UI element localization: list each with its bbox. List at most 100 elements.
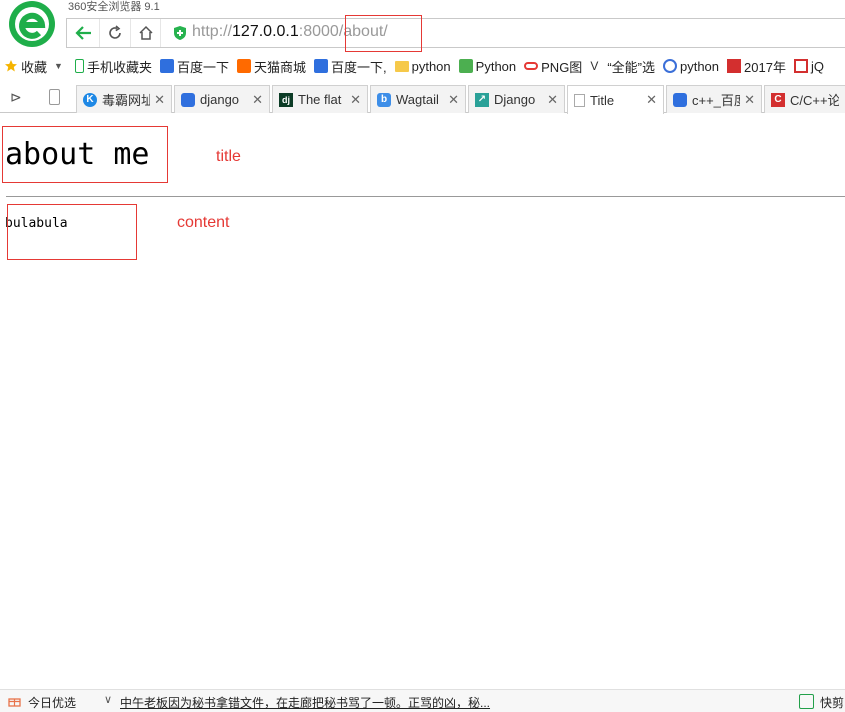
app-title: 360安全浏览器 9.1 (68, 1, 160, 13)
title-annotation-label: title (216, 148, 241, 165)
bookmark-label: “全能”选 (607, 59, 655, 75)
baidu-icon (159, 59, 174, 73)
tab-cpp-baidu[interactable]: c++_百度 ✕ (666, 85, 762, 113)
tab-label: Django (494, 92, 536, 107)
tab-label: c++_百度 (692, 93, 740, 108)
b-icon: b (377, 92, 391, 107)
bookmark-folder-python[interactable]: python (391, 59, 455, 74)
bookmark-item-baidu-2[interactable]: 百度一下, (310, 57, 391, 76)
content-annotation-box (7, 204, 137, 260)
tab-title-active[interactable]: Title ✕ (567, 85, 664, 114)
bookmark-label: 百度一下, (330, 59, 387, 75)
bookmark-item-mobile[interactable]: 手机收藏夹 (71, 57, 156, 76)
page-icon (574, 93, 585, 107)
v-icon: V (590, 59, 599, 73)
c-icon: C (771, 92, 785, 107)
png-icon (524, 62, 539, 70)
calendar-icon (727, 59, 742, 73)
tmall-icon (236, 59, 251, 73)
tab-duba[interactable]: K 毒霸网址 ✕ (76, 85, 172, 113)
url-scheme: http:// (192, 23, 233, 40)
close-icon[interactable]: ✕ (252, 92, 263, 108)
bookmark-label: jQ (810, 58, 824, 74)
baidu-icon (313, 59, 328, 73)
tab-label: Title (590, 92, 615, 108)
close-icon[interactable]: ✕ (646, 92, 657, 108)
gift-icon (8, 698, 21, 707)
home-icon (138, 25, 153, 40)
k-icon: K (83, 92, 97, 107)
bookmark-item-tmall[interactable]: 天猫商城 (233, 57, 310, 76)
bookmark-item-2017[interactable]: 2017年 (723, 57, 790, 76)
bookmark-item-python-2[interactable]: python (659, 59, 723, 74)
tab-label: 毒霸网址 (102, 93, 151, 108)
close-icon[interactable]: ✕ (547, 92, 558, 108)
tab-label: Wagtail (396, 92, 439, 107)
news-ticker-link[interactable]: 中午老板因为秘书拿错文件，在走廊把秘书骂了一顿。正骂的凶，秘... (120, 694, 490, 711)
bookmark-item-allround[interactable]: V “全能”选 (586, 57, 659, 76)
baidu-icon (673, 92, 687, 107)
home-button[interactable] (130, 19, 161, 47)
favorites-menu[interactable]: 收藏 ▼ (0, 57, 71, 76)
horizontal-rule (6, 196, 845, 197)
bookmark-label: Python (475, 58, 517, 74)
close-icon[interactable]: ✕ (350, 92, 361, 108)
favorites-label: 收藏 (21, 59, 48, 75)
tab-django-baidu[interactable]: django ✕ (174, 85, 270, 113)
bookmark-label: 手机收藏夹 (86, 59, 152, 75)
tab-django[interactable]: ↗ Django ✕ (468, 85, 565, 113)
address-bar: http://127.0.0.1:8000/about/ (66, 15, 845, 52)
tab-strip: ⊳ K 毒霸网址 ✕ django ✕ dj The flat ✕ b Wagt… (0, 83, 845, 114)
python-icon (458, 59, 473, 73)
bookmark-item-png[interactable]: PNG图 (520, 57, 586, 76)
jq-icon (793, 59, 808, 73)
reload-button[interactable] (99, 19, 130, 47)
url-path-annotation-box (345, 15, 422, 52)
feather-icon: ↗ (475, 92, 489, 107)
chain-icon (662, 59, 677, 73)
back-button[interactable] (68, 19, 99, 47)
bookmark-label: 天猫商城 (253, 59, 306, 75)
phone-icon (74, 59, 84, 73)
star-icon (5, 60, 17, 72)
page-content: about me title bulabula content (0, 114, 845, 689)
bookmark-item-jq[interactable]: jQ (790, 59, 828, 74)
chevron-down-icon: ▼ (54, 61, 63, 71)
browser-window: 360安全浏览器 9.1 http://127.0.0.1:8000/about… (0, 0, 845, 712)
bookmark-item-baidu[interactable]: 百度一下 (156, 57, 233, 76)
tab-label: C/C++论 (790, 93, 839, 108)
back-arrow-icon (74, 26, 91, 40)
chevron-down-icon[interactable]: ∨ (104, 693, 112, 706)
close-icon[interactable]: ✕ (154, 92, 165, 108)
bookmark-label: python (411, 58, 451, 74)
security-shield-icon (174, 26, 186, 40)
quick-clip-icon[interactable] (799, 694, 814, 709)
close-icon[interactable]: ✕ (448, 92, 459, 108)
status-bar: 今日优选 ∨ 中午老板因为秘书拿错文件，在走廊把秘书骂了一顿。正骂的凶，秘...… (0, 689, 845, 712)
tab-wagtail[interactable]: b Wagtail ✕ (370, 85, 466, 113)
bookmark-label: PNG图 (541, 59, 583, 75)
url-host: 127.0.0.1 (232, 23, 299, 40)
dj-icon: dj (279, 92, 293, 107)
tab-flatpages[interactable]: dj The flat ✕ (272, 85, 368, 113)
today-picks-link[interactable]: 今日优选 (28, 694, 76, 711)
tab-label: django (200, 92, 240, 107)
mobile-device-icon[interactable] (49, 89, 60, 105)
bookmark-label: 2017年 (744, 59, 786, 75)
baidu-icon (181, 92, 195, 107)
bookmark-label: 百度一下 (176, 59, 229, 75)
browser-logo-icon (9, 1, 55, 47)
content-annotation-label: content (177, 214, 230, 231)
tab-c-forum[interactable]: C C/C++论 (764, 85, 845, 113)
folder-icon (394, 60, 409, 72)
bookmark-item-python[interactable]: Python (455, 59, 520, 74)
url-port: :8000 (298, 23, 339, 40)
tab-label: The flat (298, 92, 342, 107)
quick-clip-label[interactable]: 快剪 (820, 694, 844, 711)
close-icon[interactable]: ✕ (744, 92, 755, 108)
bookmark-label: python (679, 58, 720, 74)
sidebar-toggle-icon[interactable]: ⊳ (10, 89, 22, 106)
bookmarks-bar: 收藏 ▼ 手机收藏夹 百度一下 天猫商城 百度一下, python Python (0, 52, 845, 80)
reload-icon (109, 25, 121, 39)
title-annotation-box (2, 126, 168, 183)
